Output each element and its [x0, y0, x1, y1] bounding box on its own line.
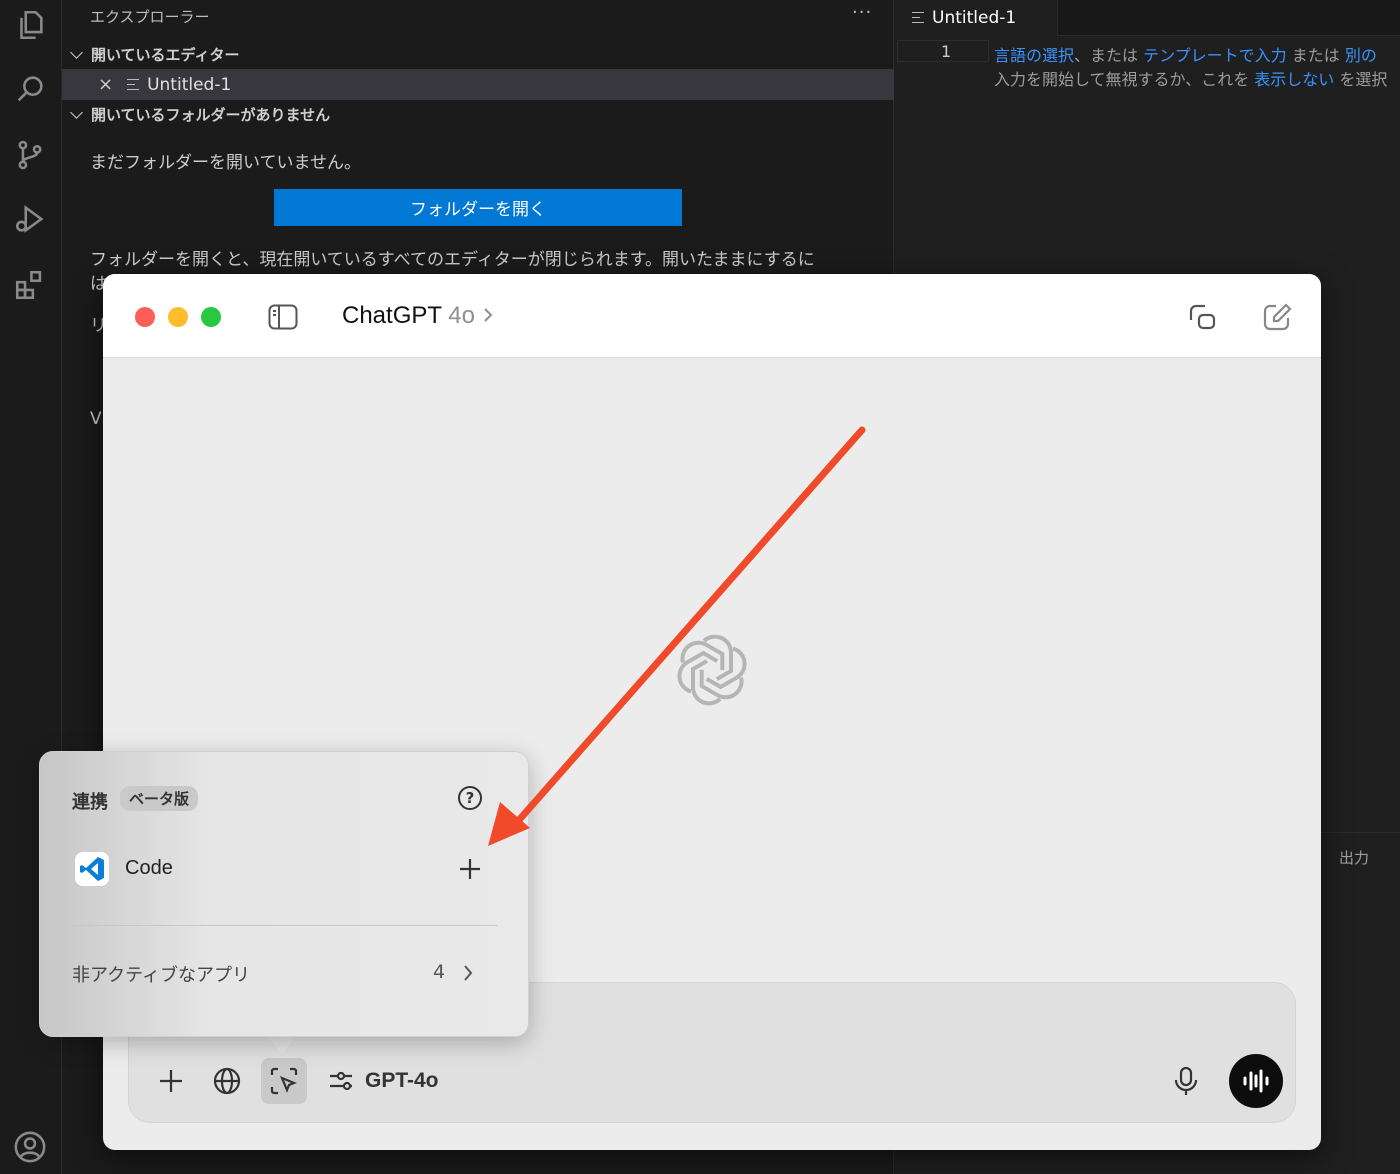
annotation-arrow	[488, 426, 866, 846]
